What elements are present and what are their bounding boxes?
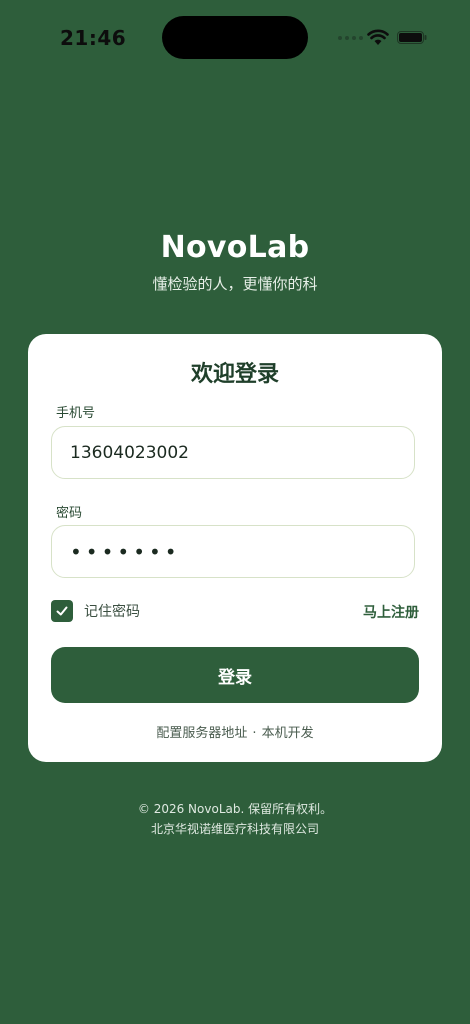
phone-input[interactable]: 13604023002 (51, 426, 415, 479)
copyright-text: © 2026 NovoLab. 保留所有权利。 (137, 802, 333, 816)
phone-input-value: 13604023002 (70, 442, 189, 463)
card-footer-links: 配置服务器地址 · 本机开发 (28, 722, 442, 741)
copyright-footer: © 2026 NovoLab. 保留所有权利。 北京华视诺维医疗科技有限公司 (0, 799, 470, 839)
footer-separator: · (252, 726, 257, 741)
status-time: 21:46 (60, 26, 127, 50)
remember-password-toggle[interactable]: 记住密码 (51, 600, 140, 622)
app-slogan: 懂检验的人，更懂你的科 (152, 275, 318, 293)
signal-dots-icon (338, 36, 363, 40)
password-input[interactable]: ••••••• (51, 525, 415, 578)
login-title: 欢迎登录 (190, 362, 279, 387)
login-button[interactable]: 登录 (51, 647, 419, 703)
status-bar: 21:46 (0, 0, 470, 75)
password-label: 密码 (56, 506, 83, 521)
remember-label: 记住密码 (84, 604, 140, 620)
phone-label: 手机号 (56, 406, 96, 421)
check-icon (56, 606, 68, 616)
wifi-icon (367, 29, 389, 45)
dev-mode-link[interactable]: 本机开发 (262, 726, 314, 741)
login-card: 欢迎登录 手机号 13604023002 密码 ••••••• 记住密码 马上注… (28, 334, 442, 762)
app-logo-title: NovoLab (160, 230, 310, 265)
server-config-link[interactable]: 配置服务器地址 (156, 726, 247, 741)
dynamic-island (162, 16, 308, 59)
battery-icon (397, 31, 427, 44)
company-name: 北京华视诺维医疗科技有限公司 (150, 822, 319, 836)
register-link[interactable]: 马上注册 (363, 602, 419, 622)
password-input-value: ••••••• (70, 539, 181, 564)
brand-header: NovoLab 懂检验的人，更懂你的科 (0, 230, 470, 294)
remember-checkbox[interactable] (51, 600, 73, 622)
